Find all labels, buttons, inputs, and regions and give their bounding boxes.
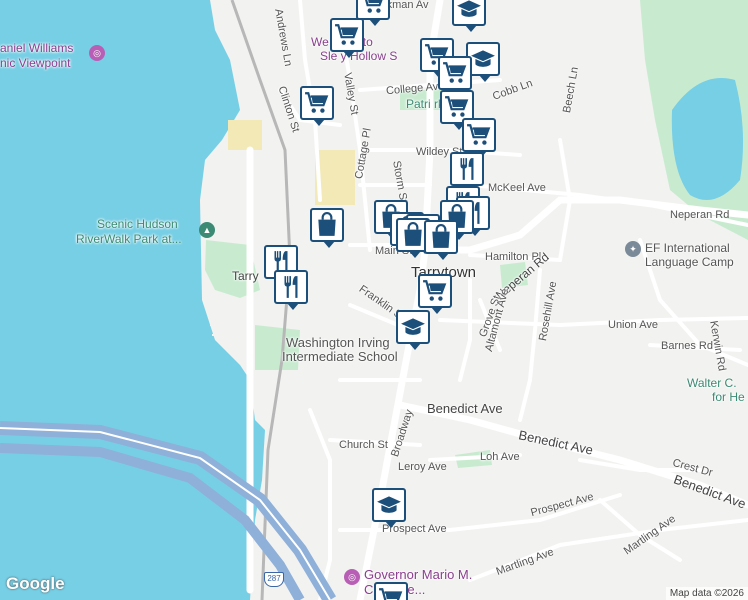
restaurant-pin[interactable]: [450, 152, 484, 192]
shopping-cart-icon: [466, 122, 492, 148]
mckeel-ave-label: McKeel Ave: [488, 182, 546, 194]
graduation-cap-icon: [400, 314, 426, 340]
grocery-pin[interactable]: [418, 274, 452, 314]
pin-pointer: [409, 251, 421, 258]
pin-pointer: [479, 75, 491, 82]
pin-pointer: [323, 241, 335, 248]
google-logo: Google: [6, 574, 65, 593]
pin-pointer: [385, 521, 397, 528]
leroy-ave-label: Leroy Ave: [398, 461, 447, 473]
shopping-cart-icon: [304, 90, 330, 116]
barnes-rd-label: Barnes Rd: [661, 340, 713, 352]
shopping-cart-icon: [422, 278, 448, 304]
pin-pointer: [431, 307, 443, 314]
pin-pointer: [465, 25, 477, 32]
shopping-pin[interactable]: [310, 208, 344, 248]
sand-area: [228, 120, 262, 150]
patriot-park-label: Patri rk: [406, 97, 445, 111]
neperan-rd-east-label: Neperan Rd: [670, 209, 730, 221]
walter-c-label: Walter C.: [687, 376, 737, 390]
fork-knife-icon: [278, 274, 304, 300]
grocery-pin[interactable]: [300, 86, 334, 126]
shopping-cart-icon: [444, 94, 470, 120]
pin-pointer: [343, 51, 355, 58]
graduation-cap-icon: [456, 0, 482, 22]
map-attribution[interactable]: Map data ©2026: [665, 587, 748, 600]
church-st-label: Church St: [339, 439, 388, 451]
governor-mario-label: Governor Mario M.: [364, 567, 473, 582]
graduation-cap-icon: [376, 492, 402, 518]
benedict-ave-label-1: Benedict Ave: [427, 401, 503, 416]
shopping-pin[interactable]: [424, 220, 458, 260]
intermediate-school-label: Intermediate School: [282, 349, 398, 364]
union-ave-label: Union Ave: [608, 319, 658, 331]
scenic-hudson-label: Scenic Hudson: [97, 217, 178, 231]
language-camp-label: Language Camp: [645, 255, 734, 269]
restaurant-pin[interactable]: [274, 270, 308, 310]
pin-pointer: [287, 303, 299, 310]
grocery-pin[interactable]: [374, 582, 408, 600]
shopping-cart-icon: [360, 0, 386, 16]
shopping-bag-icon: [400, 222, 426, 248]
shopping-cart-icon: [378, 586, 404, 600]
for-he-label: for He: [712, 390, 745, 404]
grocery-pin[interactable]: [462, 118, 496, 158]
pin-pointer: [313, 119, 325, 126]
park-tree-icon[interactable]: ▲: [199, 222, 215, 238]
school-poi-icon[interactable]: ✦: [625, 241, 641, 257]
scenic-viewpoint-label: nic Viewpoint: [0, 56, 71, 70]
school-pin[interactable]: [452, 0, 486, 32]
fork-knife-icon: [454, 156, 480, 182]
pin-pointer: [409, 343, 421, 350]
map-canvas[interactable]: ◎ ▲ ✦ ◎ 287 Beekman Av Andrews Ln aniel …: [0, 0, 748, 600]
riverwalk-label: RiverWalk Park at...: [76, 232, 182, 246]
route-287-shield: 287: [264, 572, 284, 587]
grocery-pin[interactable]: [438, 56, 472, 96]
school-pin[interactable]: [372, 488, 406, 528]
shopping-cart-icon: [442, 60, 468, 86]
pin-pointer: [437, 253, 449, 260]
washington-irving-label: Washington Irving: [286, 335, 390, 350]
bridge-viewpoint-icon[interactable]: ◎: [344, 569, 360, 585]
viewpoint-icon[interactable]: ◎: [89, 45, 105, 61]
shopping-bag-icon: [428, 224, 454, 250]
ef-international-label: EF International: [645, 241, 730, 255]
tarry-partial-label: Tarry: [232, 269, 259, 283]
grocery-pin[interactable]: [356, 0, 390, 26]
pin-pointer: [369, 19, 381, 26]
shopping-bag-icon: [314, 212, 340, 238]
graduation-cap-icon: [470, 46, 496, 72]
daniel-williams-label: aniel Williams: [0, 41, 74, 55]
school-pin[interactable]: [396, 310, 430, 350]
shopping-cart-icon: [334, 22, 360, 48]
grocery-pin[interactable]: [330, 18, 364, 58]
loh-ave-label: Loh Ave: [480, 451, 520, 463]
